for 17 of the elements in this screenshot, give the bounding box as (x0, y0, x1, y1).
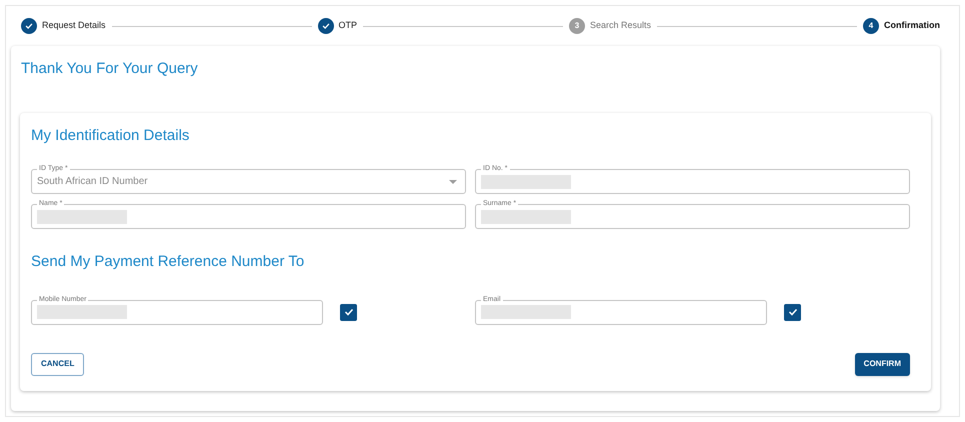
cancel-button[interactable]: CANCEL (31, 352, 84, 376)
check-icon (786, 306, 798, 318)
page-title: Thank You For Your Query (21, 59, 199, 79)
step-label: Request Details (42, 19, 106, 32)
confirm-button[interactable]: CONFIRM (854, 352, 910, 376)
step-label: OTP (338, 19, 358, 32)
field-value: South African ID Number (37, 175, 148, 189)
step-label: Search Results (590, 19, 652, 32)
step-number: 4 (863, 18, 879, 34)
section-heading: Send My Payment Reference Number To (31, 252, 306, 272)
checkbox[interactable] (340, 304, 357, 320)
step-label: Confirmation (884, 19, 940, 32)
checkbox[interactable] (784, 304, 801, 320)
step-number: 3 (569, 18, 585, 34)
section-heading: My Identification Details (31, 126, 190, 146)
check-icon (342, 306, 354, 318)
dropdown-arrow-icon (449, 180, 457, 184)
